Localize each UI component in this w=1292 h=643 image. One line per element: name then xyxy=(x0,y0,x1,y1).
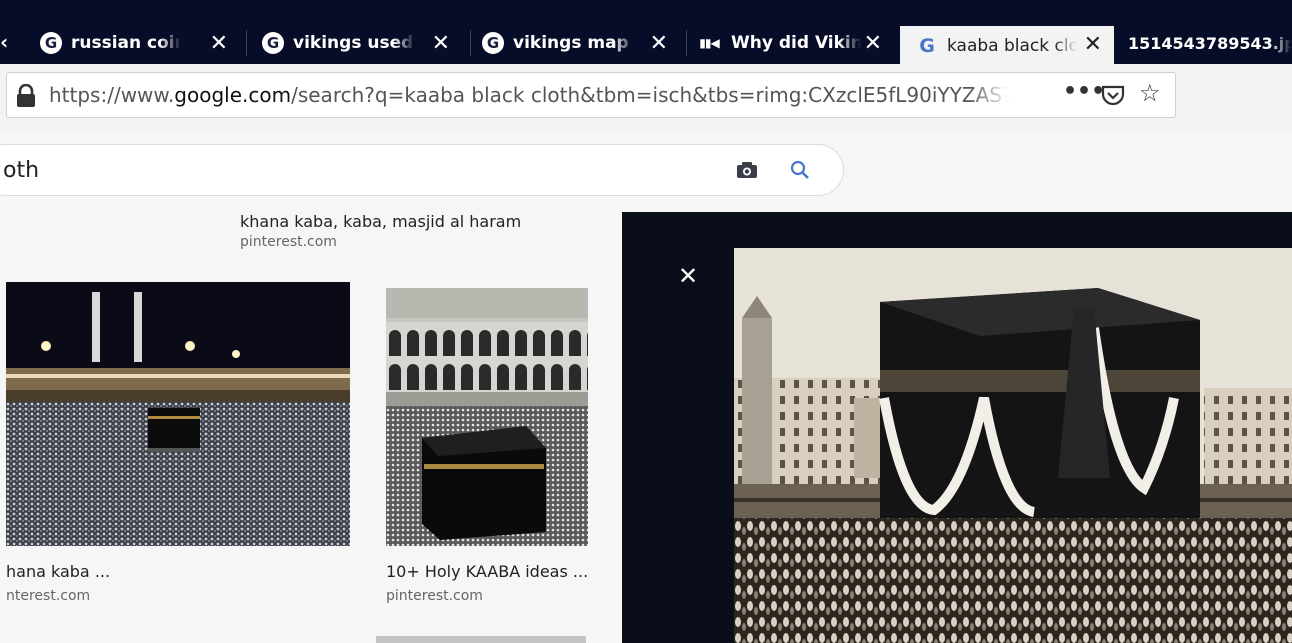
tab-kaaba-black-cloth[interactable]: G kaaba black cloth ✕ xyxy=(900,26,1114,64)
kaaba-night-photo xyxy=(6,282,350,546)
close-tab-icon[interactable]: ✕ xyxy=(432,31,450,56)
google-search-header: oth xyxy=(0,134,1292,212)
tab-vikings-arabic[interactable]: G vikings used arabic ✕ xyxy=(262,22,462,64)
google-g-icon: G xyxy=(262,32,284,54)
url-domain: google.com xyxy=(174,83,292,107)
google-g-icon: G xyxy=(482,32,504,54)
result-source[interactable]: nterest.com xyxy=(6,588,90,604)
google-g-icon: G xyxy=(919,35,935,57)
youtube-icon: ▮▮◀ xyxy=(699,36,719,50)
tab-image-file[interactable]: 1514543789543.jpg ( xyxy=(1128,22,1292,64)
lock-icon[interactable] xyxy=(15,84,37,108)
tab-title: vikings used arabic xyxy=(293,33,415,53)
result-thumbnail-haram-night[interactable] xyxy=(6,282,350,546)
image-results-grid: khana kaba, kaba, masjid al haram pinter… xyxy=(0,212,622,643)
close-tab-icon[interactable]: ✕ xyxy=(650,31,668,56)
google-g-icon: G xyxy=(40,32,62,54)
tab-title: Why did Vikings xyxy=(731,33,861,53)
close-tab-icon[interactable]: ✕ xyxy=(864,31,882,56)
result-caption[interactable]: hana kaba ... xyxy=(6,562,110,581)
result-source[interactable]: pinterest.com xyxy=(240,234,337,250)
tab-russian-coins[interactable]: G russian coins arabic ✕ xyxy=(40,22,240,64)
navigation-toolbar: https://www.google.com/search?q=kaaba bl… xyxy=(0,64,1292,134)
tab-vikings-map[interactable]: G vikings map - Google ✕ xyxy=(482,22,680,64)
tab-title: russian coins arabic xyxy=(71,33,181,53)
tab-why-vikings[interactable]: ▮▮◀ Why did Vikings ✕ xyxy=(696,22,894,64)
search-icon[interactable] xyxy=(789,159,811,181)
search-input[interactable]: oth xyxy=(0,144,844,196)
url-path: /search?q=kaaba black cloth&tbm=isch&tbs… xyxy=(291,83,1009,107)
close-preview-icon[interactable]: ✕ xyxy=(678,262,698,290)
tab-strip: ‹ G russian coins arabic ✕ G vikings use… xyxy=(0,0,1292,64)
preview-image[interactable] xyxy=(734,248,1292,643)
result-caption[interactable]: khana kaba, kaba, masjid al haram xyxy=(240,212,521,231)
search-query[interactable]: oth xyxy=(3,158,39,183)
next-row-thumbnail-edge[interactable] xyxy=(376,636,586,643)
close-tab-icon[interactable]: ✕ xyxy=(1084,32,1102,57)
kaaba-day-photo xyxy=(386,288,588,546)
result-source[interactable]: pinterest.com xyxy=(386,588,483,604)
kaaba-vintage-photo xyxy=(734,248,1292,643)
tab-separator xyxy=(686,30,687,56)
tab-title: 1514543789543.jpg ( xyxy=(1128,33,1292,53)
tab-separator xyxy=(246,30,247,56)
tab-separator xyxy=(470,30,471,56)
tab-title: vikings map - Google xyxy=(513,33,635,53)
address-bar[interactable]: https://www.google.com/search?q=kaaba bl… xyxy=(6,72,1176,118)
result-caption[interactable]: 10+ Holy KAABA ideas ... xyxy=(386,562,588,581)
url-prefix: https://www. xyxy=(49,83,175,107)
tab-title: kaaba black cloth xyxy=(947,36,1077,56)
camera-icon[interactable] xyxy=(736,161,758,179)
page-actions-menu-icon[interactable]: ••• xyxy=(1063,79,1105,104)
scroll-tabs-left-icon[interactable]: ‹ xyxy=(0,30,8,54)
bookmark-star-icon[interactable]: ☆ xyxy=(1139,79,1161,107)
image-preview-panel: ✕ xyxy=(622,212,1292,643)
pocket-icon[interactable] xyxy=(1101,84,1125,106)
result-thumbnail-holy-kaaba[interactable] xyxy=(386,288,588,546)
url-text[interactable]: https://www.google.com/search?q=kaaba bl… xyxy=(49,83,1009,107)
close-tab-icon[interactable]: ✕ xyxy=(210,31,228,56)
